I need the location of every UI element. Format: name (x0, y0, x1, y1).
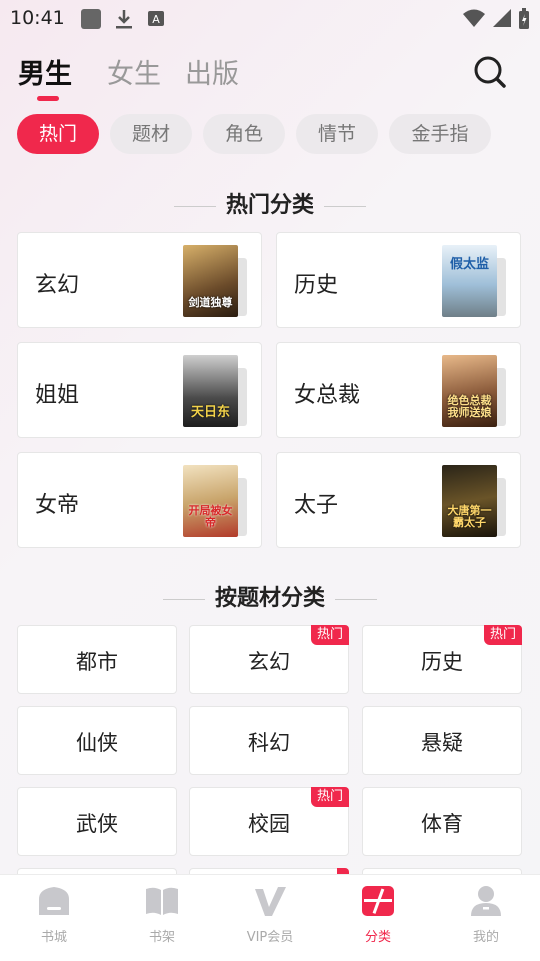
theme-category-card[interactable]: 校园 热门 (189, 787, 349, 856)
category-label: 玄幻 (35, 273, 80, 298)
app-notification-icon (81, 9, 101, 29)
hot-category-card[interactable]: 历史 假太监 (276, 232, 521, 328)
svg-text:A: A (152, 13, 160, 26)
nav-bookstore[interactable]: 书城 (0, 875, 108, 961)
hot-category-card[interactable]: 姐姐 天日东 (17, 342, 262, 438)
search-icon[interactable] (470, 52, 510, 92)
book-cover: 假太监 (442, 245, 497, 317)
tab-female[interactable]: 女生 (107, 52, 161, 91)
theme-category-card[interactable]: 都市 (17, 625, 177, 694)
book-cover: 开局被女帝 (183, 465, 238, 537)
nav-profile[interactable]: 我的 (432, 875, 540, 961)
category-label: 历史 (294, 273, 339, 298)
bottom-navigation: 书城 书架 VIP会员 分类 我的 (0, 874, 540, 961)
cover-stack (496, 258, 506, 316)
cover-stack (496, 368, 506, 426)
chip-hot[interactable]: 热门 (17, 114, 99, 154)
battery-icon (519, 8, 529, 29)
hot-category-card[interactable]: 女总裁 绝色总裁 我师送娘 (276, 342, 521, 438)
tab-publish[interactable]: 出版 (185, 52, 239, 91)
cover-stack (237, 368, 247, 426)
book-cover: 剑道独尊 (183, 245, 238, 317)
chip-plot[interactable]: 情节 (296, 114, 378, 154)
category-label: 姐姐 (35, 383, 80, 408)
book-icon (146, 887, 178, 915)
cover-stack (237, 258, 247, 316)
nav-bookshelf[interactable]: 书架 (108, 875, 216, 961)
signal-icon (493, 9, 511, 27)
theme-category-card[interactable]: 科幻 (189, 706, 349, 775)
book-cover: 大唐第一 霸太子 (442, 465, 497, 537)
chip-golden-finger[interactable]: 金手指 (389, 114, 491, 154)
hot-section-title: 热门分类 (0, 187, 540, 219)
vip-icon (255, 887, 286, 916)
font-app-icon: A (148, 11, 164, 26)
theme-category-card[interactable]: 仙侠 (17, 706, 177, 775)
book-cover: 绝色总裁 我师送娘 (442, 355, 497, 427)
category-label: 女总裁 (294, 383, 361, 408)
hot-badge: 热门 (310, 787, 349, 807)
category-label: 女帝 (35, 493, 80, 518)
nav-category[interactable]: 分类 (324, 875, 432, 961)
nav-vip[interactable]: VIP会员 (216, 875, 324, 961)
cover-stack (237, 478, 247, 536)
status-time: 10:41 (10, 7, 65, 29)
theme-category-card[interactable]: 体育 (362, 787, 522, 856)
category-icon (362, 886, 394, 916)
cover-stack (496, 478, 506, 536)
tab-male[interactable]: 男生 (18, 52, 72, 91)
hot-category-card[interactable]: 女帝 开局被女帝 (17, 452, 262, 548)
hot-category-card[interactable]: 太子 大唐第一 霸太子 (276, 452, 521, 548)
hot-badge: 热门 (483, 625, 522, 645)
book-cover: 天日东 (183, 355, 238, 427)
status-bar: 10:41 A (0, 0, 540, 36)
chip-theme[interactable]: 题材 (110, 114, 192, 154)
theme-category-card[interactable]: 武侠 (17, 787, 177, 856)
category-filter-chips: 热门 题材 角色 情节 金手指 (0, 114, 540, 154)
theme-category-card[interactable]: 悬疑 (362, 706, 522, 775)
hot-badge: 热门 (310, 625, 349, 645)
profile-icon (471, 886, 501, 916)
theme-category-card[interactable]: 历史 热门 (362, 625, 522, 694)
download-icon (116, 10, 132, 29)
theme-section-title: 按题材分类 (0, 580, 540, 612)
wifi-icon (463, 9, 485, 27)
theme-category-card[interactable]: 玄幻 热门 (189, 625, 349, 694)
home-icon (39, 887, 69, 915)
category-label: 太子 (294, 493, 339, 518)
chip-role[interactable]: 角色 (203, 114, 285, 154)
hot-category-card[interactable]: 玄幻 剑道独尊 (17, 232, 262, 328)
active-tab-indicator (37, 96, 59, 101)
